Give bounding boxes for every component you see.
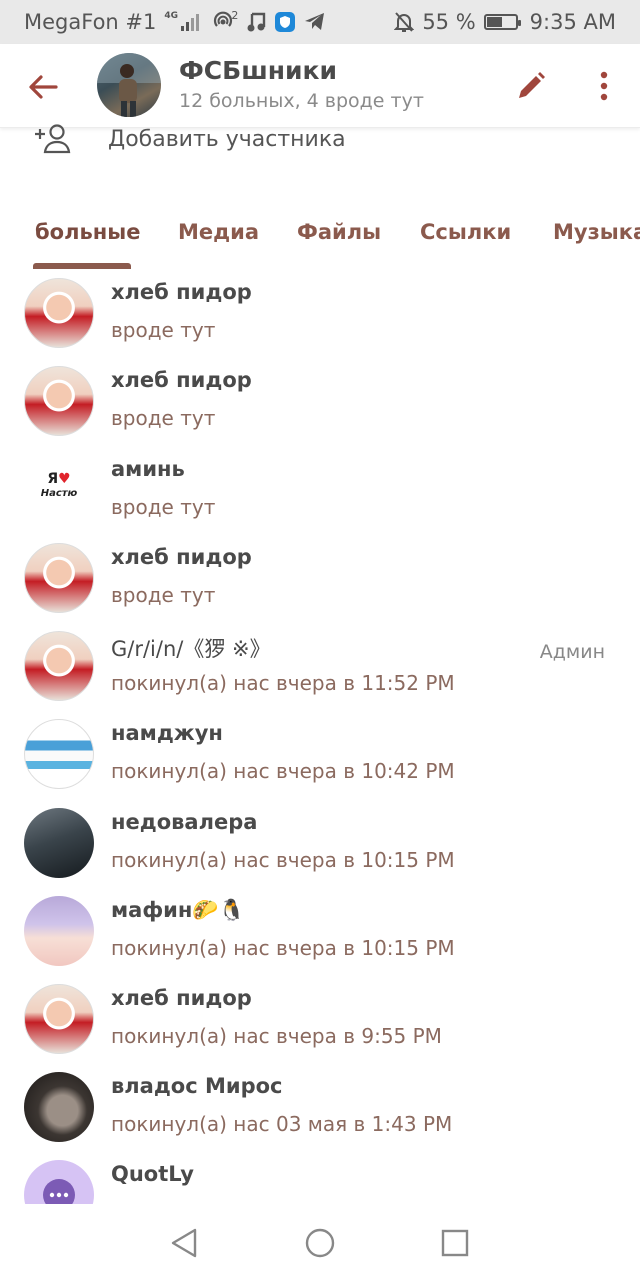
tab-music[interactable]: Музыка xyxy=(553,220,640,244)
music-icon xyxy=(246,11,266,33)
muted-bell-icon xyxy=(394,11,415,33)
telegram-icon xyxy=(304,12,326,32)
carrier-label: MegaFon #1 xyxy=(24,10,157,34)
member-name: аминь xyxy=(111,457,185,481)
shield-app-icon xyxy=(274,11,296,33)
member-avatar xyxy=(24,984,94,1054)
member-avatar xyxy=(24,1072,94,1142)
member-row[interactable]: G/r/i/n/《猡 ※》 Админ покинул(а) нас вчера… xyxy=(0,631,640,719)
member-avatar: Я♥ Настю xyxy=(24,455,94,525)
battery-fill xyxy=(486,17,503,27)
mobile-signal-icon: 4G xyxy=(164,11,200,33)
member-name: намджун xyxy=(111,721,223,745)
edit-button[interactable] xyxy=(515,70,547,102)
group-title: ФСБшники xyxy=(179,56,338,85)
member-avatar xyxy=(24,1160,94,1204)
arrow-back-icon xyxy=(29,75,58,99)
member-name: хлеб пидор xyxy=(111,368,252,392)
member-status: покинул(а) нас вчера в 10:15 PM xyxy=(111,848,455,872)
back-button[interactable] xyxy=(26,70,60,104)
chat-bubble-icon xyxy=(43,1179,75,1204)
member-name: хлеб пидор xyxy=(111,986,252,1010)
triangle-back-icon xyxy=(171,1228,197,1258)
member-name: хлеб пидор xyxy=(111,280,252,304)
member-row[interactable]: хлеб пидор покинул(а) нас вчера в 9:55 P… xyxy=(0,984,640,1072)
member-status: покинул(а) нас 03 мая в 1:43 PM xyxy=(111,1112,453,1136)
tab-bar: больные Медиа Файлы Ссылки Музыка xyxy=(0,215,640,271)
battery-percent: 55 % xyxy=(422,10,476,34)
hotspot-icon: 2 xyxy=(208,9,239,33)
system-nav-bar xyxy=(0,1204,640,1280)
avatar-text: Настю xyxy=(40,488,78,499)
add-member-label: Добавить участника xyxy=(108,127,346,152)
member-avatar xyxy=(24,808,94,878)
member-status: покинул(а) нас вчера в 11:52 PM xyxy=(111,671,455,695)
member-row[interactable]: QuotLy xyxy=(0,1160,640,1204)
circle-home-icon xyxy=(305,1228,335,1258)
group-subtitle: 12 больных, 4 вроде тут xyxy=(179,90,424,112)
member-avatar xyxy=(24,543,94,613)
member-avatar xyxy=(24,896,94,966)
member-row[interactable]: хлеб пидор вроде тут xyxy=(0,278,640,366)
member-status: вроде тут xyxy=(111,406,216,430)
chat-info-header: ФСБшники 12 больных, 4 вроде тут xyxy=(0,44,640,128)
member-name: недовалера xyxy=(111,810,258,834)
tab-members[interactable]: больные xyxy=(35,220,141,244)
group-avatar[interactable] xyxy=(97,53,161,117)
member-row[interactable]: намджун покинул(а) нас вчера в 10:42 PM xyxy=(0,719,640,807)
member-status: покинул(а) нас вчера в 10:15 PM xyxy=(111,936,455,960)
nav-home-button[interactable] xyxy=(303,1226,337,1260)
member-row[interactable]: владос Мирос покинул(а) нас 03 мая в 1:4… xyxy=(0,1072,640,1160)
member-avatar xyxy=(24,631,94,701)
tab-links[interactable]: Ссылки xyxy=(420,220,511,244)
member-avatar xyxy=(24,719,94,789)
nav-recents-button[interactable] xyxy=(438,1226,472,1260)
nav-back-button[interactable] xyxy=(168,1226,202,1260)
add-person-icon xyxy=(35,124,71,154)
hotspot-count: 2 xyxy=(231,9,239,22)
tab-files[interactable]: Файлы xyxy=(297,220,381,244)
more-options-button[interactable] xyxy=(590,68,618,104)
member-name: владос Мирос xyxy=(111,1074,283,1098)
member-row[interactable]: Я♥ Настю аминь вроде тут xyxy=(0,455,640,543)
avatar-text: Я xyxy=(47,471,59,487)
member-row[interactable]: хлеб пидор вроде тут xyxy=(0,543,640,631)
heart-icon: ♥ xyxy=(58,471,71,487)
member-avatar xyxy=(24,366,94,436)
tab-active-indicator xyxy=(33,263,131,269)
network-type-label: 4G xyxy=(164,11,179,21)
member-avatar xyxy=(24,278,94,348)
member-row[interactable]: мафин🌮🐧 покинул(а) нас вчера в 10:15 PM xyxy=(0,896,640,984)
member-status: вроде тут xyxy=(111,583,216,607)
member-name: QuotLy xyxy=(111,1162,194,1186)
member-status: вроде тут xyxy=(111,318,216,342)
member-row[interactable]: недовалера покинул(а) нас вчера в 10:15 … xyxy=(0,808,640,896)
square-recents-icon xyxy=(441,1229,469,1257)
add-member-row[interactable]: Добавить участника xyxy=(0,124,640,158)
member-status: покинул(а) нас вчера в 9:55 PM xyxy=(111,1024,442,1048)
admin-badge: Админ xyxy=(539,641,605,663)
member-name: хлеб пидор xyxy=(111,545,252,569)
member-status: покинул(а) нас вчера в 10:42 PM xyxy=(111,759,455,783)
member-row[interactable]: хлеб пидор вроде тут xyxy=(0,366,640,454)
pencil-icon xyxy=(519,72,545,98)
member-status: вроде тут xyxy=(111,495,216,519)
battery-icon xyxy=(483,14,521,30)
status-bar: MegaFon #1 4G 2 55 % 9:35 AM xyxy=(0,0,640,44)
clock: 9:35 AM xyxy=(529,10,616,34)
more-vert-icon xyxy=(600,71,608,101)
member-name: мафин🌮🐧 xyxy=(111,898,245,922)
tab-media[interactable]: Медиа xyxy=(178,220,259,244)
member-name: G/r/i/n/《猡 ※》 xyxy=(111,637,271,661)
